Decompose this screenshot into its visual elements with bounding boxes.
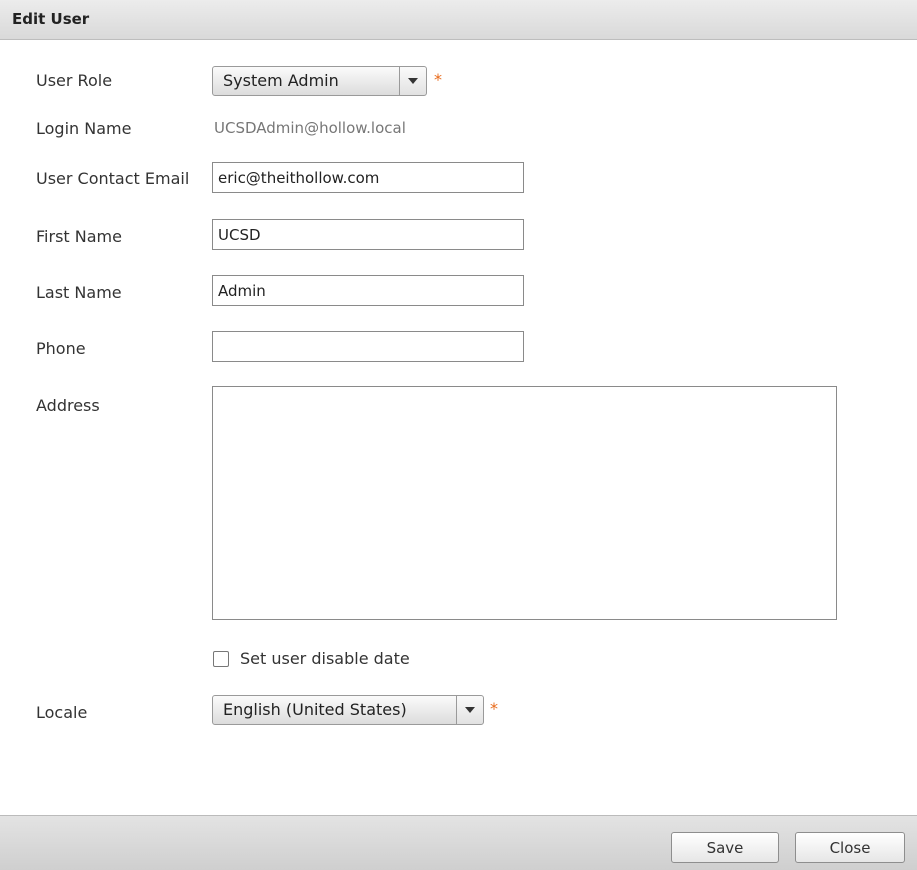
last-name-field[interactable] — [212, 275, 524, 306]
first-name-field[interactable] — [212, 219, 524, 250]
required-asterisk-icon: * — [490, 699, 498, 718]
user-role-label: User Role — [36, 71, 113, 90]
disable-date-checkbox[interactable] — [213, 651, 229, 667]
dialog-title: Edit User — [12, 10, 90, 28]
chevron-down-icon — [408, 78, 418, 84]
contact-email-field[interactable] — [212, 162, 524, 193]
locale-dropdown-button[interactable] — [456, 696, 483, 724]
phone-label: Phone — [36, 339, 86, 358]
user-role-value: System Admin — [223, 71, 339, 90]
locale-value: English (United States) — [223, 700, 407, 719]
locale-label: Locale — [36, 703, 88, 722]
last-name-label: Last Name — [36, 283, 122, 302]
first-name-label: First Name — [36, 227, 122, 246]
login-name-label: Login Name — [36, 119, 132, 138]
locale-select[interactable]: English (United States) — [212, 695, 484, 725]
address-label: Address — [36, 396, 100, 415]
dialog-footer: Save Close — [0, 815, 917, 870]
user-role-select[interactable]: System Admin — [212, 66, 427, 96]
save-button[interactable]: Save — [671, 832, 779, 863]
user-role-dropdown-button[interactable] — [399, 67, 426, 95]
contact-email-label: User Contact Email — [36, 169, 190, 188]
login-name-value: UCSDAdmin@hollow.local — [214, 119, 406, 137]
phone-field[interactable] — [212, 331, 524, 362]
required-asterisk-icon: * — [434, 70, 442, 89]
address-field[interactable] — [212, 386, 837, 620]
disable-date-label[interactable]: Set user disable date — [240, 649, 410, 668]
dialog-header: Edit User — [0, 0, 917, 40]
chevron-down-icon — [465, 707, 475, 713]
close-button[interactable]: Close — [795, 832, 905, 863]
